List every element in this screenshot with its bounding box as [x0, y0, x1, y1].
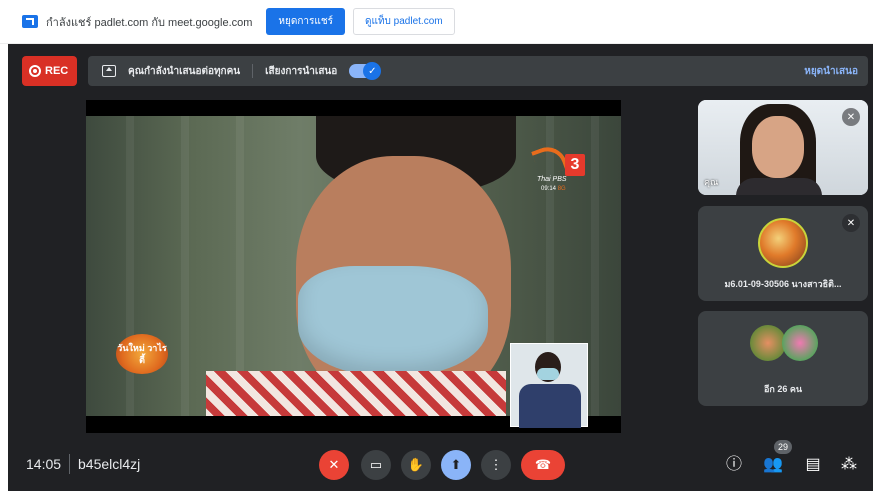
camera-icon: ▭ [369, 457, 383, 472]
sign-language-inset [510, 343, 588, 428]
meeting-code: b45elcl4zj [78, 456, 141, 472]
presenting-text: คุณกำลังนำเสนอต่อทุกคน [128, 65, 241, 77]
avatar [758, 218, 808, 268]
presenting-bar: คุณกำลังนำเสนอต่อทุกคน เสียงการนำเสนอ ✓ … [88, 56, 868, 86]
microphone-button[interactable]: ✕ [319, 450, 349, 480]
stop-presenting-button[interactable]: หยุดนำเสนอ [804, 64, 858, 79]
face-mask [298, 266, 488, 376]
channel-number: 3 [565, 154, 585, 176]
mic-off-icon: ✕ [328, 457, 340, 472]
hand-icon: ✋ [407, 457, 425, 472]
participant-name: ม6.01-09-30506 นางสาวธิติ... [724, 279, 842, 289]
signer-mask [537, 368, 559, 380]
raise-hand-button[interactable]: ✋ [401, 450, 431, 480]
meeting-controls-bar: 14:05 b45elcl4zj ✕ ▭ ✋ ⬆ ⋮ ☎ ⓘ 29 👥 ▤ ⁂ [8, 439, 873, 491]
record-icon [29, 65, 41, 77]
check-icon: ✓ [363, 62, 382, 80]
wall-stripe [591, 116, 599, 416]
meeting-time: 14:05 [26, 456, 62, 472]
rec-label: REC [45, 65, 69, 77]
divider [69, 454, 70, 474]
channel-hd: 8G [557, 186, 566, 192]
thai-pbs-mark [531, 141, 569, 179]
recording-indicator[interactable]: REC [22, 56, 77, 86]
screen-share-icon [22, 15, 38, 28]
more-vert-icon: ⋮ [489, 457, 503, 472]
people-count-badge: 29 [774, 440, 792, 454]
divider [252, 64, 254, 78]
channel-name: Thai PBS [537, 176, 567, 183]
others-tile[interactable]: อีก 26 คน [698, 311, 868, 406]
participant-tile[interactable]: ✕ ม6.01-09-30506 นางสาวธิติ... [698, 206, 868, 301]
presentation-audio-label: เสียงการนำเสนอ [265, 65, 338, 77]
avatar [782, 325, 818, 361]
self-face [752, 116, 804, 178]
show-logo: วันใหม่ วาไรตี้ [116, 334, 168, 374]
present-screen-icon: ⬆ [450, 457, 462, 472]
self-label: คุณ [704, 177, 719, 187]
channel-time-value: 09:14 [541, 186, 557, 192]
meet-window: REC คุณกำลังนำเสนอต่อทุกคน เสียงการนำเสน… [8, 44, 873, 491]
phone-hangup-icon: ☎ [534, 457, 552, 472]
chat-icon[interactable]: ▤ [801, 453, 825, 477]
info-icon[interactable]: ⓘ [722, 453, 746, 477]
signer-body [519, 384, 581, 428]
end-call-button[interactable]: ☎ [521, 450, 565, 480]
presented-video: 3 Thai PBS 09:14 8G วันใหม่ วาไรตี้ [86, 100, 621, 433]
thai-pbs-logo: 3 Thai PBS 09:14 8G [531, 141, 591, 192]
share-status-text: กำลังแชร์ padlet.com กับ meet.google.com [46, 16, 253, 29]
activities-icon[interactable]: ⁂ [837, 453, 861, 477]
present-button[interactable]: ⬆ [441, 450, 471, 480]
mic-off-icon: ✕ [842, 108, 860, 126]
avatar [750, 325, 786, 361]
people-icon[interactable]: 👥 [761, 453, 785, 477]
stop-sharing-button[interactable]: หยุดการแชร์ [266, 8, 346, 35]
presentation-audio-toggle[interactable]: ✓ [349, 62, 382, 80]
more-options-button[interactable]: ⋮ [481, 450, 511, 480]
channel-time: 09:14 8G [541, 186, 566, 192]
present-screen-icon [102, 65, 116, 77]
wall-stripe [181, 116, 189, 416]
others-count-label: อีก 26 คน [763, 384, 803, 394]
view-tab-button[interactable]: ดูแท็บ padlet.com [353, 8, 455, 35]
self-shirt [736, 178, 822, 195]
person-shirt [206, 371, 506, 416]
participant-tile-self[interactable]: ✕ คุณ [698, 100, 868, 195]
mic-off-icon: ✕ [842, 214, 860, 232]
camera-button[interactable]: ▭ [361, 450, 391, 480]
tab-share-bar: กำลังแชร์ padlet.com กับ meet.google.com… [0, 0, 873, 44]
